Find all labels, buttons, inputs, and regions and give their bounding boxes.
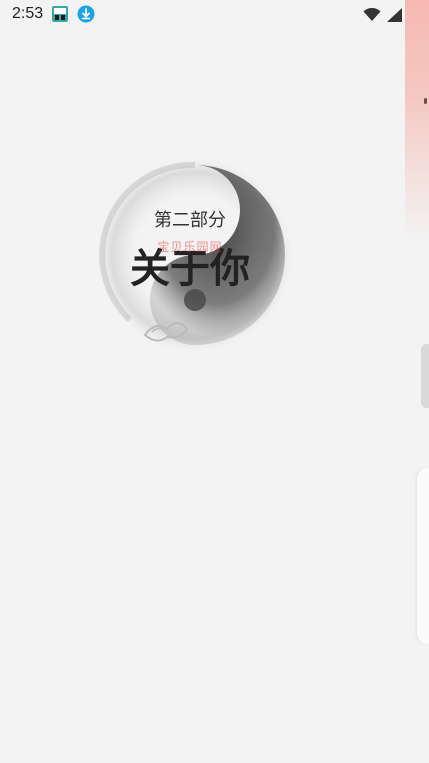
edge-mark xyxy=(424,98,427,104)
app-notification-icon xyxy=(51,5,69,23)
wifi-icon xyxy=(363,7,381,26)
signal-icon xyxy=(387,7,403,26)
next-page-edge[interactable] xyxy=(405,0,429,240)
status-time: 2:53 xyxy=(12,5,44,22)
download-icon xyxy=(77,5,95,23)
side-card-edge[interactable] xyxy=(417,468,429,644)
side-drawer-handle[interactable] xyxy=(421,344,429,408)
watermark: 宝贝乐园网 xyxy=(157,240,223,254)
screen: 2:53 第二部分 关于你 宝贝乐园网 xyxy=(0,0,429,763)
section-kicker: 第二部分 xyxy=(154,210,226,231)
status-bar: 2:53 xyxy=(0,0,429,28)
